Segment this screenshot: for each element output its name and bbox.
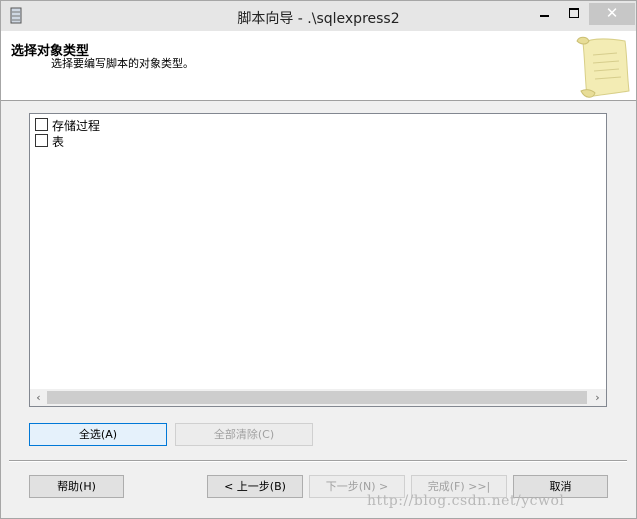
divider [9, 460, 627, 462]
script-wizard-window: 脚本向导 - .\sqlexpress2 ✕ 选择对象类型 选择要编写脚本的对象… [0, 0, 637, 519]
help-button[interactable]: 帮助(H) [29, 475, 124, 498]
minimize-button[interactable] [529, 3, 559, 25]
close-button[interactable]: ✕ [589, 3, 635, 25]
wizard-header: 选择对象类型 选择要编写脚本的对象类型。 [1, 31, 636, 101]
clear-all-button[interactable]: 全部清除(C) [175, 423, 313, 446]
scroll-right-icon[interactable]: › [589, 389, 606, 406]
scrollbar-thumb[interactable] [47, 391, 587, 404]
maximize-button[interactable] [560, 3, 588, 25]
close-icon: ✕ [605, 4, 619, 22]
list-item-label: 存储过程 [52, 119, 101, 133]
back-button[interactable]: < 上一步(B) [207, 475, 303, 498]
stored-procedure-checkbox[interactable] [35, 118, 48, 131]
object-type-list[interactable]: 存储过程 表 ‹ › [29, 113, 607, 407]
scroll-left-icon[interactable]: ‹ [30, 389, 47, 406]
select-all-button[interactable]: 全选(A) [29, 423, 167, 446]
title-bar[interactable]: 脚本向导 - .\sqlexpress2 ✕ [1, 1, 636, 31]
horizontal-scrollbar[interactable]: ‹ › [30, 389, 606, 406]
watermark-text: http://blog.csdn.net/ycwol [367, 493, 565, 509]
table-checkbox[interactable] [35, 134, 48, 147]
list-item-label: 表 [52, 135, 65, 149]
page-subtitle: 选择要编写脚本的对象类型。 [51, 57, 194, 70]
scroll-icon [576, 36, 630, 98]
